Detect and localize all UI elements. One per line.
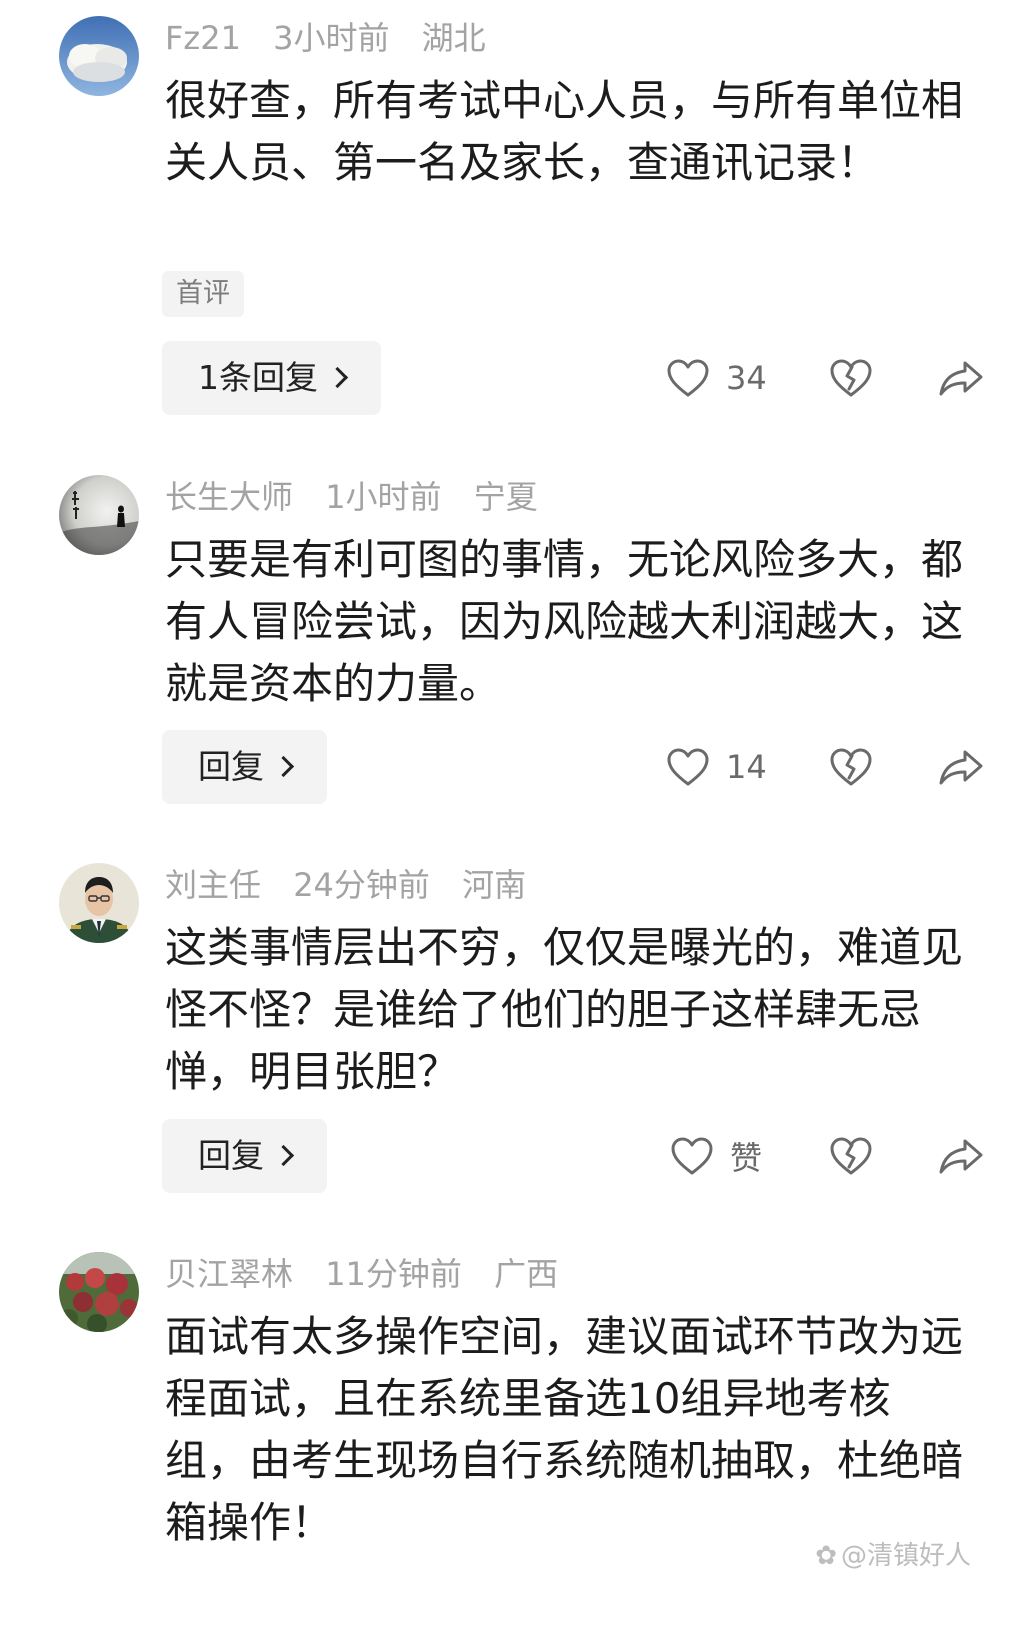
comment-actions: 1条回复 34 bbox=[0, 341, 1029, 415]
avatar[interactable] bbox=[59, 1252, 139, 1332]
watermark: ✿ @清镇好人 bbox=[815, 1535, 971, 1572]
reply-label: 回复 bbox=[198, 747, 264, 786]
paw-icon: ✿ bbox=[815, 1541, 837, 1571]
comment-text: 只要是有利可图的事情，无论风险多大，都有人冒险尝试，因为风险越大利润越大，这就是… bbox=[165, 535, 964, 708]
comment-text: 面试有太多操作空间，建议面试环节改为远程面试，且在系统里备选10组异地考核组，由… bbox=[165, 1312, 964, 1547]
comment-time: 24分钟前 bbox=[293, 866, 430, 904]
avatar-sky-image bbox=[59, 16, 139, 96]
comment-meta: 刘主任 24分钟前 河南 bbox=[165, 865, 548, 905]
reply-button[interactable]: 回复 bbox=[162, 1119, 327, 1193]
reply-label: 回复 bbox=[198, 1136, 264, 1175]
heart-outline-icon bbox=[671, 1137, 713, 1175]
username[interactable]: 长生大师 bbox=[165, 478, 293, 516]
broken-heart-icon bbox=[830, 359, 872, 397]
avatar-ink-painting-image bbox=[59, 475, 139, 555]
comment-location: 宁夏 bbox=[473, 478, 538, 516]
avatar-flowers-image bbox=[59, 1252, 139, 1332]
view-replies-button[interactable]: 1条回复 bbox=[162, 341, 381, 415]
comment-location: 河南 bbox=[462, 866, 527, 904]
comment-meta: 长生大师 1小时前 宁夏 bbox=[165, 477, 560, 517]
broken-heart-icon bbox=[830, 1137, 872, 1175]
like-count: 14 bbox=[726, 748, 767, 786]
reply-button[interactable]: 回复 bbox=[162, 730, 327, 804]
share-arrow-icon bbox=[939, 361, 983, 396]
comment-actions: 回复 赞 bbox=[0, 1119, 1029, 1193]
comment-meta: Fz21 3小时前 湖北 bbox=[165, 18, 508, 58]
share-button[interactable] bbox=[938, 730, 984, 804]
dislike-button[interactable] bbox=[829, 1119, 873, 1193]
username[interactable]: 刘主任 bbox=[165, 866, 261, 904]
first-comment-badge: 首评 bbox=[162, 271, 244, 317]
reply-label: 1条回复 bbox=[198, 358, 318, 397]
heart-outline-icon bbox=[667, 359, 709, 397]
avatar[interactable] bbox=[59, 475, 139, 555]
comment-time: 3小时前 bbox=[273, 19, 390, 57]
comment-location: 广西 bbox=[494, 1255, 559, 1293]
broken-heart-icon bbox=[830, 748, 872, 786]
like-button[interactable]: 34 bbox=[666, 341, 767, 415]
chevron-right-icon bbox=[326, 366, 349, 389]
comment-time: 11分钟前 bbox=[325, 1255, 462, 1293]
comment-text: 很好查，所有考试中心人员，与所有单位相关人员、第一名及家长，查通讯记录！ bbox=[165, 76, 964, 187]
chevron-right-icon bbox=[272, 1144, 295, 1167]
share-button[interactable] bbox=[938, 1119, 984, 1193]
avatar[interactable] bbox=[59, 863, 139, 943]
comment-text: 这类事情层出不穷，仅仅是曝光的，难道见怪不怪？是谁给了他们的胆子这样肆无忌惮，明… bbox=[165, 923, 964, 1096]
watermark-text: @清镇好人 bbox=[840, 1541, 971, 1571]
comment-meta: 贝江翠林 11分钟前 广西 bbox=[165, 1254, 580, 1294]
comment-actions: 回复 14 bbox=[0, 730, 1029, 804]
share-arrow-icon bbox=[939, 750, 983, 785]
share-button[interactable] bbox=[938, 341, 984, 415]
username[interactable]: Fz21 bbox=[165, 19, 241, 57]
comment-location: 湖北 bbox=[421, 19, 486, 57]
like-button[interactable]: 赞 bbox=[670, 1119, 762, 1193]
comment-time: 1小时前 bbox=[325, 478, 442, 516]
like-label: 赞 bbox=[730, 1139, 763, 1177]
heart-outline-icon bbox=[667, 748, 709, 786]
like-count: 34 bbox=[726, 359, 767, 397]
dislike-button[interactable] bbox=[829, 730, 873, 804]
avatar-portrait-image bbox=[59, 863, 139, 943]
share-arrow-icon bbox=[939, 1139, 983, 1174]
dislike-button[interactable] bbox=[829, 341, 873, 415]
username[interactable]: 贝江翠林 bbox=[165, 1255, 293, 1293]
avatar[interactable] bbox=[59, 16, 139, 96]
chevron-right-icon bbox=[272, 755, 295, 778]
like-button[interactable]: 14 bbox=[666, 730, 767, 804]
